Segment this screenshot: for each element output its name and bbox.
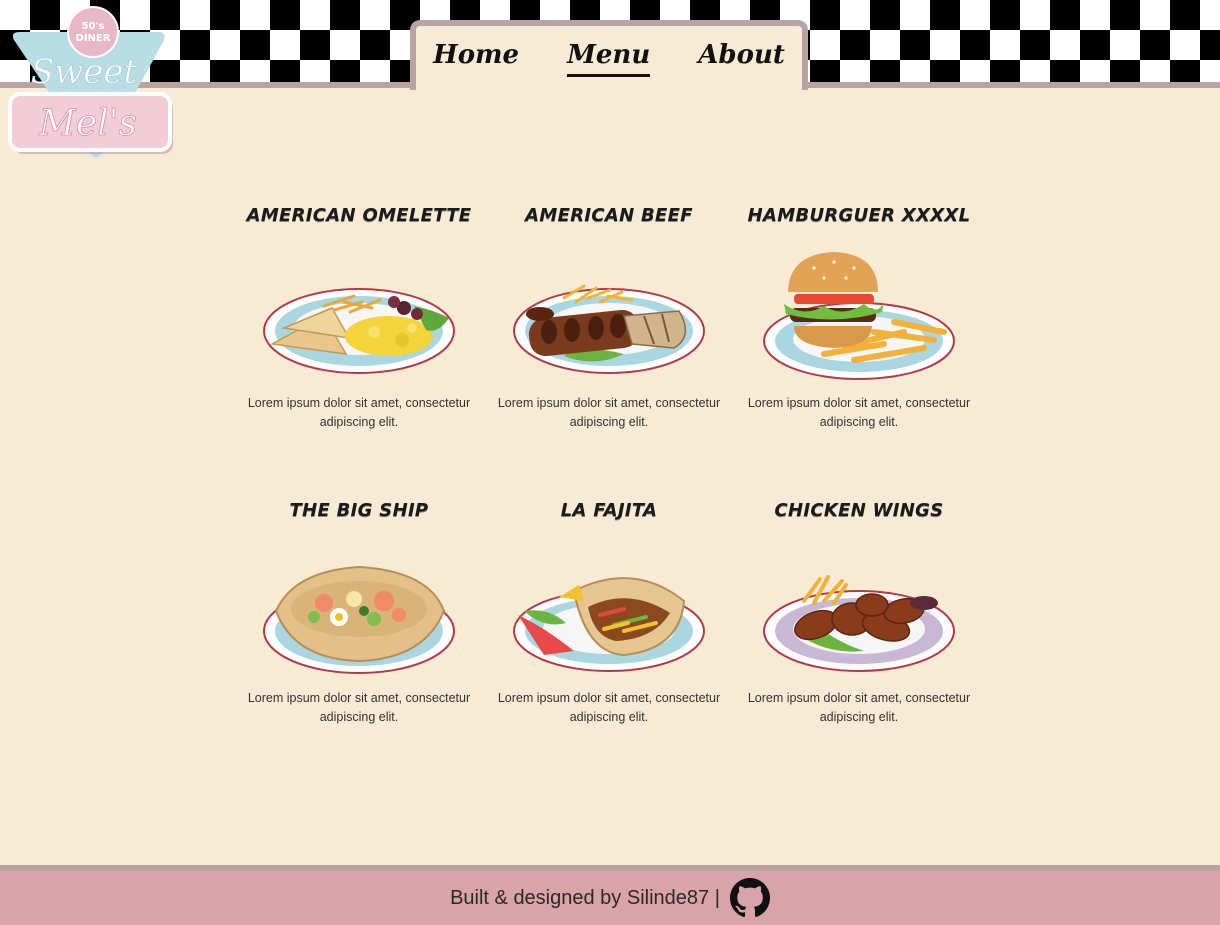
footer-credit-text: Built & designed by Silinde87 | [450,886,720,909]
logo-name-line1: Sweet [31,52,138,92]
github-icon[interactable] [729,878,770,918]
menu-item[interactable]: AMERICAN BEEF Lorem ipsum dolor sit amet… [484,196,734,491]
nav-about-link[interactable]: About [698,41,785,77]
menu-item-title: AMERICAN OMELETTE [246,205,472,226]
menu-item-description: Lorem ipsum dolor sit amet, consectetur … [497,396,721,429]
sweet-mels-logo[interactable]: 50's DINER Sweet Mel's [0,0,185,165]
wings-plate-image [763,575,955,672]
omelette-plate-image [263,288,455,374]
menu-item-title: CHICKEN WINGS [774,500,944,521]
menu-item-title: AMERICAN BEEF [525,205,693,226]
footer: Built & designed by Silinde87 | [0,871,1220,925]
menu-item-description: Lorem ipsum dolor sit amet, consectetur … [747,396,971,429]
burger-plate-image [763,252,955,380]
menu-item-title: HAMBURGUER XXXXL [747,205,971,226]
menu-item[interactable]: CHICKEN WINGS Lorem ipsum dolor sit amet… [734,491,984,751]
menu-item-description: Lorem ipsum dolor sit amet, consectetur … [497,691,721,724]
menu-item-description: Lorem ipsum dolor sit amet, consectetur … [747,691,971,724]
ribs-plate-image [513,284,705,374]
main-nav: Home Menu About [410,20,808,90]
menu-item[interactable]: LA FAJITA Lorem ipsum dolor sit amet, co… [484,491,734,751]
nav-menu-link[interactable]: Menu [567,41,651,77]
menu-item[interactable]: AMERICAN OMELETTE Lorem ipsum dolor sit … [234,196,484,491]
menu-item[interactable]: HAMBURGUER XXXXL Lorem ipsum dolor sit a… [734,196,984,491]
menu-item-description: Lorem ipsum dolor sit amet, consectetur … [247,691,471,724]
menu-item-title: THE BIG SHIP [289,500,429,521]
logo-name-line2: Mel's [38,103,137,144]
fajita-plate-image [513,577,705,672]
menu-grid: AMERICAN OMELETTE Lorem ipsum dolor sit … [234,196,984,751]
menu-item-description: Lorem ipsum dolor sit amet, consectetur … [247,396,471,429]
logo-badge-line1: 50's [82,21,105,32]
nav-home-link[interactable]: Home [433,41,519,77]
taco-salad-plate-image [263,565,455,674]
menu-item[interactable]: THE BIG SHIP Lorem ipsum dolor sit amet,… [234,491,484,751]
menu-item-title: LA FAJITA [560,500,658,521]
logo-badge-line2: DINER [76,33,111,44]
